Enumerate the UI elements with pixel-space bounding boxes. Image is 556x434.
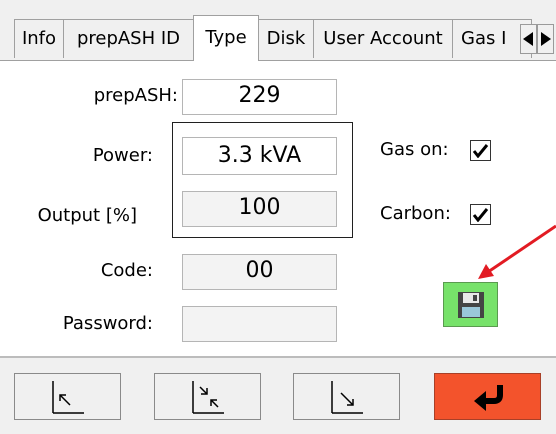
return-arrow-icon xyxy=(473,384,503,411)
arrow-up-left-button[interactable] xyxy=(14,373,121,420)
carbon-checkbox[interactable] xyxy=(470,204,491,225)
tab-user-account[interactable]: User Account xyxy=(313,19,453,58)
prepash-field[interactable]: 229 xyxy=(182,79,337,115)
carbon-label: Carbon: xyxy=(380,203,451,224)
tab-type[interactable]: Type xyxy=(193,15,259,61)
arrow-down-right-button[interactable] xyxy=(293,373,400,420)
tab-prepash-id[interactable]: prepASH ID xyxy=(63,19,194,58)
bottom-divider xyxy=(0,356,556,358)
tab-scroll-right-button[interactable] xyxy=(537,24,554,54)
prepash-label: prepASH: xyxy=(93,85,178,106)
save-button[interactable] xyxy=(443,282,498,327)
type-panel: prepASH: 229 Power: 3.3 kVA Output [%] 1… xyxy=(0,60,556,356)
return-button[interactable] xyxy=(434,373,541,420)
triangle-right-icon xyxy=(541,32,551,46)
tab-strip: Info prepASH ID Type Disk User Account G… xyxy=(0,0,556,62)
tab-scroll-left-button[interactable] xyxy=(520,24,537,54)
triangle-left-icon xyxy=(523,32,533,46)
collapse-diagonal-button[interactable] xyxy=(154,373,261,420)
power-field[interactable]: 3.3 kVA xyxy=(182,137,337,175)
checkmark-icon xyxy=(472,208,489,222)
arrows-collapse-diagonal-icon xyxy=(191,380,224,414)
output-field[interactable]: 100 xyxy=(182,191,337,227)
tab-info[interactable]: Info xyxy=(14,19,64,58)
arrow-up-left-icon xyxy=(51,380,84,414)
checkmark-icon xyxy=(472,144,489,158)
code-field[interactable]: 00 xyxy=(182,254,337,290)
gas-on-label: Gas on: xyxy=(380,139,449,160)
code-label: Code: xyxy=(100,260,153,281)
password-label: Password: xyxy=(62,313,153,334)
power-label: Power: xyxy=(92,145,153,166)
floppy-disk-icon xyxy=(457,291,484,318)
password-field[interactable] xyxy=(182,306,337,342)
output-label: Output [%] xyxy=(37,205,137,226)
arrow-down-right-icon xyxy=(330,380,363,414)
annotation-arrow-icon xyxy=(478,224,556,279)
gas-on-checkbox[interactable] xyxy=(470,140,491,161)
tab-disk[interactable]: Disk xyxy=(258,19,314,58)
